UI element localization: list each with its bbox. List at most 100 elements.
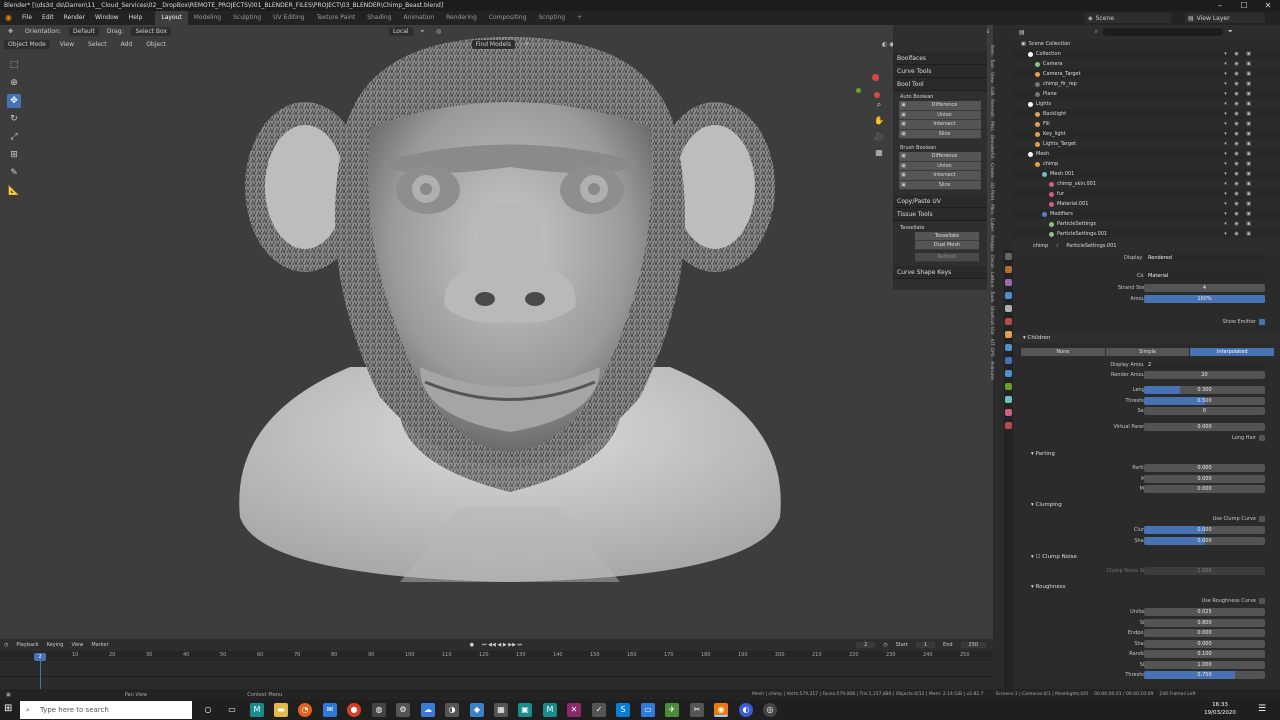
material-tab-icon[interactable] <box>1005 409 1012 416</box>
measure-tool-icon[interactable]: 📐 <box>7 184 21 198</box>
app-circle-grey-icon[interactable]: ◎ <box>763 703 777 717</box>
view-layer-tab-icon[interactable] <box>1005 292 1012 299</box>
constraints-tab-icon[interactable] <box>1005 383 1012 390</box>
tab-mira[interactable]: Mira <box>989 204 994 214</box>
outliner-item[interactable]: ParticleSettings ▾ ◉ ▣ <box>1013 219 1280 229</box>
clumping-panel-header[interactable]: ▾ Clumping <box>1013 500 1280 510</box>
transform-icon[interactable]: ✥ <box>4 27 17 36</box>
brush-union-button[interactable]: ▣ Union <box>899 161 981 171</box>
app-magenta-icon[interactable]: ✕ <box>567 703 581 717</box>
rotate-tool-icon[interactable]: ↻ <box>7 112 21 126</box>
use-roughness-curve-checkbox[interactable] <box>1259 598 1265 604</box>
app-window-icon[interactable]: ▭ <box>641 703 655 717</box>
x-axis-icon[interactable] <box>872 74 879 81</box>
menu-playback[interactable]: Playback <box>16 642 38 648</box>
filter-icon[interactable]: ⏷ <box>1228 28 1233 36</box>
roughness-field[interactable]: 0.800 <box>1144 618 1265 627</box>
visibility-toggles-icon[interactable]: ▾ ◉ ▣ <box>1224 91 1254 97</box>
visibility-toggles-icon[interactable]: ▾ ◉ ▣ <box>1224 191 1254 197</box>
parting-field[interactable]: 0.000 <box>1144 464 1265 472</box>
boolfaces-header[interactable]: Boolfaces <box>893 52 987 65</box>
parting-max-field[interactable]: 0.000 <box>1144 485 1265 493</box>
pivot-dropdown[interactable]: Local <box>389 27 413 36</box>
outliner-item[interactable]: Lights_Target ▾ ◉ ▣ <box>1013 139 1280 149</box>
roughness-field[interactable]: 0.000 <box>1144 639 1265 648</box>
strand-steps-field[interactable]: 4 <box>1144 284 1265 292</box>
menu-marker[interactable]: Marker <box>91 642 108 648</box>
roughness-field[interactable]: 0.750 <box>1144 671 1265 679</box>
roughness-panel-header[interactable]: ▾ Roughness <box>1013 582 1280 592</box>
bool-tool-header[interactable]: Bool Tool <box>893 78 987 91</box>
malwarebytes-2-icon[interactable]: M <box>543 703 557 717</box>
skype-icon[interactable]: S <box>616 703 630 717</box>
clump-shape-slider[interactable]: 0.000 <box>1144 537 1265 545</box>
menu-edit[interactable]: Edit <box>37 11 59 25</box>
brush-intersect-button[interactable]: ▣ Intersect <box>899 171 981 181</box>
output-tab-icon[interactable] <box>1005 279 1012 286</box>
show-emitter-checkbox[interactable] <box>1259 319 1265 325</box>
annotate-tool-icon[interactable]: ✎ <box>7 166 21 180</box>
cortana-icon[interactable]: ○ <box>201 703 215 717</box>
length-slider[interactable]: 0.300 <box>1144 386 1265 394</box>
outliner-item[interactable]: chimp_fir_rep ▾ ◉ ▣ <box>1013 79 1280 89</box>
tab-compositing[interactable]: Compositing <box>483 11 533 25</box>
outliner-item[interactable]: Collection ▾ ◉ ▣ <box>1013 49 1280 59</box>
camera-view-icon[interactable]: 🎥 <box>873 129 885 145</box>
menu-view[interactable]: View <box>71 642 83 648</box>
outliner-item[interactable]: fur ▾ ◉ ▣ <box>1013 189 1280 199</box>
visibility-toggles-icon[interactable]: ▾ ◉ ▣ <box>1224 101 1254 107</box>
transform-tool-icon[interactable]: ⊞ <box>7 148 21 162</box>
virtual-parents-field[interactable]: 0.000 <box>1144 423 1265 431</box>
outliner-display-icon[interactable]: ▤ <box>1019 29 1025 36</box>
menu-view[interactable]: View <box>56 40 78 49</box>
texture-tab-icon[interactable] <box>1005 422 1012 429</box>
blender-logo-icon[interactable]: ◉ <box>0 11 17 25</box>
tab-item[interactable]: Item <box>989 45 994 55</box>
refresh-button[interactable]: Refresh <box>915 253 979 262</box>
playhead-frame[interactable]: 2 <box>34 653 46 661</box>
children-simple-button[interactable]: Simple <box>1105 348 1190 356</box>
tab-lattice[interactable]: Lattice <box>989 272 994 287</box>
modifier-tab-icon[interactable] <box>1005 344 1012 351</box>
app-blue-icon[interactable]: ☁ <box>421 703 435 717</box>
tab-animation[interactable]: Animation <box>398 11 441 25</box>
task-view-icon[interactable]: ▭ <box>225 703 239 717</box>
scale-tool-icon[interactable]: ⤢ <box>7 130 21 144</box>
visibility-toggles-icon[interactable]: ▾ ◉ ▣ <box>1224 231 1254 237</box>
outliner-item[interactable]: chimp ▾ ◉ ▣ <box>1013 159 1280 169</box>
playback-controls[interactable]: ⏮ ◀◀ ◀ ▶ ▶▶ ⏭ <box>482 642 522 648</box>
outliner-item[interactable]: Fill ▾ ◉ ▣ <box>1013 119 1280 129</box>
menu-render[interactable]: Render <box>59 11 90 25</box>
app-red-icon[interactable]: ● <box>347 703 361 717</box>
visibility-toggles-icon[interactable]: ▾ ◉ ▣ <box>1224 161 1254 167</box>
tab-create[interactable]: Create <box>989 163 994 178</box>
tissue-tools-header[interactable]: Tissue Tools <box>893 208 987 221</box>
minimize-button[interactable]: – <box>1208 0 1232 11</box>
y-axis-icon[interactable] <box>856 88 861 93</box>
tab-remesh[interactable]: Remesh <box>989 99 994 117</box>
clump-noise-panel-header[interactable]: ▾ ☐ Clump Noise <box>1013 552 1280 562</box>
particles-tab-icon[interactable] <box>1005 357 1012 364</box>
app-light-blue-icon[interactable]: ◆ <box>470 703 484 717</box>
scene-tab-icon[interactable] <box>1005 305 1012 312</box>
pan-hand-icon[interactable]: ✋ <box>873 113 885 129</box>
select-box-tool-icon[interactable]: ⬚ <box>7 58 21 72</box>
file-explorer-icon[interactable]: ▬ <box>274 703 288 717</box>
app-circle-blue-icon[interactable]: ◐ <box>739 703 753 717</box>
color-dropdown[interactable]: Material <box>1144 272 1265 280</box>
tab-3d-print[interactable]: 3D-Print <box>989 182 994 200</box>
visibility-toggles-icon[interactable]: ▾ ◉ ▣ <box>1224 221 1254 227</box>
outliner-search-icon[interactable]: ⌕ <box>1095 28 1098 36</box>
roughness-field[interactable]: 1.000 <box>1144 660 1265 669</box>
outliner-item[interactable]: Plane ▾ ◉ ▣ <box>1013 89 1280 99</box>
outliner-item[interactable]: Lights ▾ ◉ ▣ <box>1013 99 1280 109</box>
close-button[interactable]: ✕ <box>1256 0 1280 11</box>
visibility-toggles-icon[interactable]: ▾ ◉ ▣ <box>1224 181 1254 187</box>
3d-viewport[interactable]: ✥ Orientation: Default Drag: Select Box … <box>0 25 993 639</box>
tool-tab-icon[interactable] <box>1005 253 1012 260</box>
visibility-toggles-icon[interactable]: ▾ ◉ ▣ <box>1224 111 1254 117</box>
dual-mesh-button[interactable]: Dual Mesh <box>915 241 979 250</box>
tab-blenderkit[interactable]: BlenderKit <box>989 135 994 158</box>
ortho-grid-icon[interactable]: ▦ <box>873 145 885 161</box>
seed-field[interactable]: 0 <box>1144 407 1265 415</box>
